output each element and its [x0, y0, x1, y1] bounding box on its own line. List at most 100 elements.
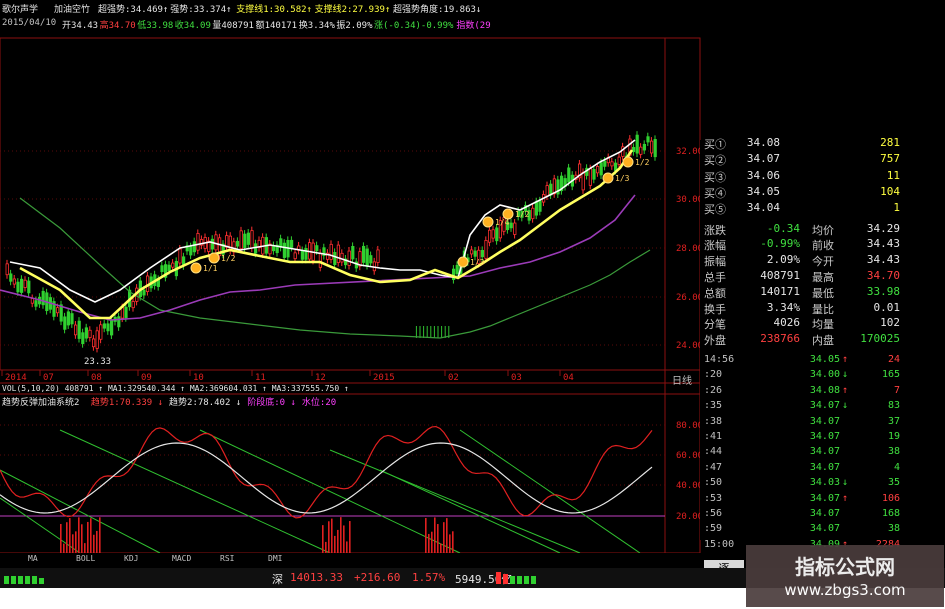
candle-body	[30, 298, 35, 304]
ohlc-value-1: 开34.43	[62, 21, 99, 31]
candle-body	[534, 201, 539, 216]
candle-body	[289, 239, 294, 248]
candle-body	[120, 307, 124, 319]
stat-value: 3.34%	[766, 300, 800, 314]
tick-volume: 106	[881, 492, 900, 504]
bottom-bar	[428, 533, 430, 553]
bottom-bar	[84, 543, 86, 553]
signal-icon	[482, 216, 494, 228]
bottom-bar	[349, 521, 351, 553]
tick-time: :53	[704, 492, 723, 504]
bid-row: 买① 34.08 281	[700, 136, 900, 152]
bottom-bar	[75, 531, 77, 553]
tab-dmi[interactable]: DMI	[268, 554, 282, 563]
osc-grid	[0, 424, 665, 486]
trend-diagonal	[199, 429, 461, 554]
bid-row: 买③ 34.06 11	[700, 169, 900, 185]
signal-label: 1/3	[615, 174, 630, 183]
stat-row: 振幅 2.09% 今开 34.43	[700, 253, 900, 269]
tick-price: 34.07	[809, 400, 840, 412]
ma-support-line	[19, 149, 634, 320]
candle-body	[480, 250, 485, 258]
bid-label: 买③	[704, 170, 726, 184]
stock-name[interactable]: 歌尔声学	[2, 2, 38, 15]
x-tick-label: 07	[43, 373, 54, 383]
candle-body	[189, 246, 193, 256]
candle-body	[239, 230, 243, 250]
tab-ma[interactable]: MA	[28, 554, 38, 563]
tab-macd[interactable]: MACD	[172, 554, 191, 563]
candle-body	[639, 146, 643, 155]
stat-label: 量比	[812, 302, 834, 316]
x-tick-label: 12	[315, 373, 326, 383]
bottom-bar	[63, 543, 65, 553]
candle-body	[41, 290, 45, 306]
stat-value: 2.09%	[766, 253, 800, 267]
candle-body	[92, 338, 96, 348]
stat-row: 涨跌 -0.34 均价 34.29	[700, 222, 900, 238]
tick-time: :35	[704, 400, 723, 412]
candle-body	[88, 329, 92, 338]
bottom-bar	[431, 531, 433, 553]
candle-body	[646, 136, 650, 143]
signal-label: 1/1	[203, 264, 218, 273]
tick-time: :26	[704, 384, 723, 396]
tick-row: :20 34.00 ↓ 165	[700, 369, 900, 383]
indicator-value-2: 支撑线1:30.582↑	[236, 5, 312, 15]
tick-volume: 168	[881, 507, 900, 519]
bottom-bar	[72, 534, 74, 553]
bottom-bar	[334, 535, 336, 553]
candle-body	[581, 171, 585, 191]
market-label: 深	[272, 573, 283, 586]
bid-price: 34.08	[746, 136, 780, 149]
tab-boll[interactable]: BOLL	[76, 554, 95, 563]
candle-body	[588, 168, 593, 186]
tab-rsi[interactable]: RSI	[220, 554, 234, 563]
signal-icon	[208, 252, 220, 264]
tick-row: :35 34.07 ↓ 83	[700, 400, 900, 414]
bid-volume: 281	[880, 136, 900, 149]
ohlc-value-6: 额140171	[255, 21, 298, 31]
ohlc-value-8: 振2.09%	[336, 21, 373, 31]
tab-kdj[interactable]: KDJ	[124, 554, 138, 563]
candle-body	[531, 207, 535, 220]
ohlc-value-4: 收34.09	[174, 21, 211, 31]
info-bar-row1: 歌尔声学 加油空竹 超强势:34.469↑ 强势:33.374↑ 支撑线1:30.5…	[0, 0, 530, 16]
bid-volume: 757	[880, 152, 900, 166]
tick-time: 14:56	[704, 353, 735, 365]
stock-terminal-window: 1/1 1/2 1/3 1/4 1/2 1/3 1/2 32.00 30.00 28.00 26.…	[0, 0, 945, 609]
bottom-bar	[340, 517, 342, 553]
period-label[interactable]: 日线	[672, 372, 692, 387]
indicator-tab-bar: MA BOLL KDJ MACD RSI DMI	[0, 553, 700, 567]
bid-row: 买⑤ 34.04 1	[700, 201, 900, 217]
stat-row: 分笔 4026 均量 102	[700, 316, 900, 332]
bottom-bar	[346, 541, 348, 553]
bottom-bar	[331, 518, 333, 553]
candle-body	[599, 162, 603, 176]
tick-volume: 38	[887, 446, 900, 458]
tick-direction-icon: ↓	[842, 369, 849, 381]
stat-value: 102	[880, 316, 900, 330]
stat-value: 170025	[860, 332, 900, 346]
x-tick-label: 10	[193, 373, 204, 383]
candle-body	[365, 248, 369, 266]
indicator-value-3: 支撑线2:27.939↑	[314, 5, 391, 15]
trend-diagonal	[0, 497, 81, 554]
x-tick-label: 03	[511, 373, 522, 383]
stat-value: 34.43	[866, 253, 900, 267]
candle-body	[5, 263, 9, 276]
candle-body	[538, 200, 542, 212]
candle-body	[487, 229, 492, 243]
candle-body	[513, 222, 517, 235]
bottom-bar	[434, 517, 436, 553]
candle-body	[131, 301, 135, 309]
bid-label: 买⑤	[704, 203, 726, 217]
signal-label: 1/2	[221, 254, 236, 263]
candle-body	[81, 332, 85, 345]
tick-time: :38	[704, 415, 723, 427]
candle-body	[178, 248, 182, 264]
osc-legend-item-1: 趋势2:78.402 ↓	[169, 398, 242, 408]
candle-body	[196, 233, 200, 251]
ohlc-value-9: 涨(-0.34)-0.99%	[374, 21, 454, 31]
bottom-bar	[446, 518, 448, 553]
